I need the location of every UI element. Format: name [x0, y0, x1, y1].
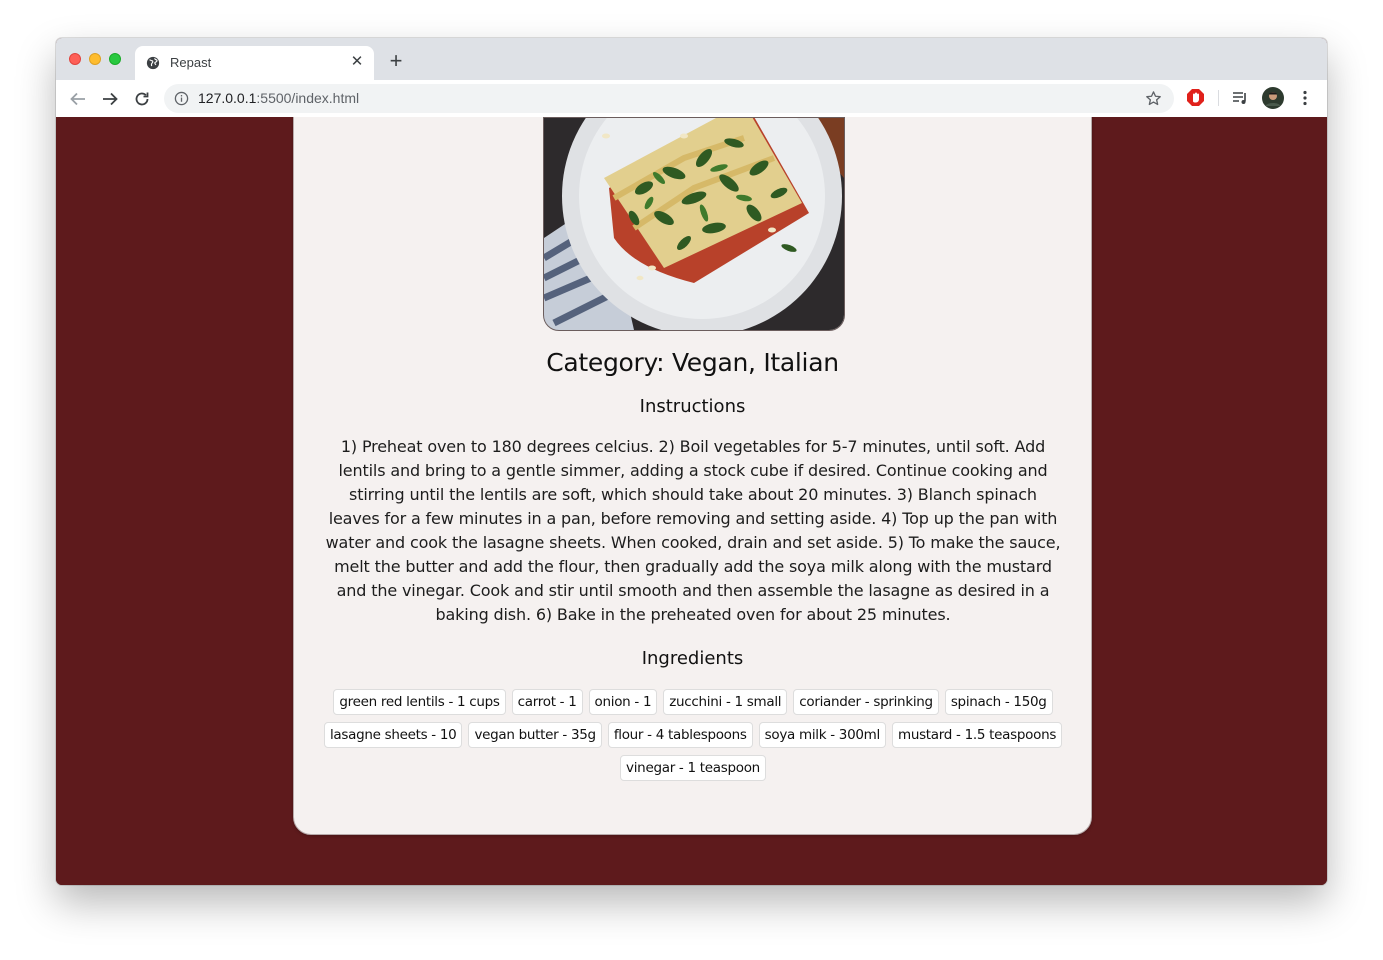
- avatar[interactable]: [1262, 87, 1284, 109]
- tab-title: Repast: [170, 55, 212, 70]
- toolbar-divider: [1218, 90, 1219, 106]
- ingredient-chip: zucchini - 1 small: [663, 689, 788, 715]
- adblock-extension-icon[interactable]: [1186, 88, 1205, 107]
- url-host: 127.0.0.1: [198, 90, 257, 106]
- ingredient-chip: green red lentils - 1 cups: [333, 689, 506, 715]
- page-viewport: Category: Vegan, Italian Instructions 1)…: [56, 117, 1327, 885]
- close-window-button[interactable]: [69, 53, 81, 65]
- info-icon[interactable]: [174, 91, 189, 106]
- recipe-image: [543, 117, 845, 331]
- tab-close-icon[interactable]: ✕: [348, 53, 366, 71]
- media-playlist-icon[interactable]: [1231, 89, 1249, 107]
- tab-strip: Repast ✕ +: [56, 38, 1327, 80]
- ingredient-chip: coriander - sprinking: [793, 689, 939, 715]
- bookmark-star-icon[interactable]: [1145, 90, 1162, 107]
- ingredient-chip: vinegar - 1 teaspoon: [620, 755, 766, 781]
- ingredients-heading: Ingredients: [641, 648, 744, 669]
- tab-active[interactable]: Repast ✕: [135, 46, 374, 80]
- new-tab-button[interactable]: +: [385, 50, 407, 73]
- recipe-card: Category: Vegan, Italian Instructions 1)…: [293, 117, 1092, 835]
- address-bar[interactable]: 127.0.0.1:5500/index.html: [164, 84, 1174, 113]
- back-button[interactable]: [67, 88, 89, 110]
- browser-window: Repast ✕ + 127.0.0.1:5500/index.html Cat…: [56, 38, 1327, 885]
- more-vert-icon[interactable]: [1296, 89, 1314, 107]
- forward-button[interactable]: [99, 88, 121, 110]
- ingredient-chip: spinach - 150g: [944, 689, 1053, 715]
- ingredient-chip: carrot - 1: [511, 689, 583, 715]
- browser-toolbar: 127.0.0.1:5500/index.html: [56, 80, 1327, 118]
- ingredient-chip: mustard - 1.5 teaspoons: [891, 722, 1063, 748]
- arrow-left-icon: [70, 92, 85, 106]
- ingredients-list: green red lentils - 1 cups carrot - 1 on…: [322, 689, 1064, 781]
- ingredient-chip: flour - 4 tablespoons: [607, 722, 753, 748]
- instructions-heading: Instructions: [639, 396, 746, 417]
- arrow-right-icon: [103, 92, 118, 106]
- recipe-category: Category: Vegan, Italian: [546, 348, 839, 377]
- ingredient-chip: onion - 1: [588, 689, 658, 715]
- ingredient-chip: soya milk - 300ml: [758, 722, 886, 748]
- globe-icon: [146, 56, 160, 70]
- reload-button[interactable]: [131, 88, 153, 110]
- url-path: :5500/index.html: [256, 90, 360, 106]
- instructions-text: 1) Preheat oven to 180 degrees celcius. …: [325, 437, 1061, 624]
- maximize-window-button[interactable]: [109, 53, 121, 65]
- url-text: 127.0.0.1:5500/index.html: [198, 90, 359, 106]
- minimize-window-button[interactable]: [89, 53, 101, 65]
- ingredient-chip: vegan butter - 35g: [468, 722, 602, 748]
- ingredient-chip: lasagne sheets - 10: [323, 722, 463, 748]
- reload-icon: [135, 92, 149, 106]
